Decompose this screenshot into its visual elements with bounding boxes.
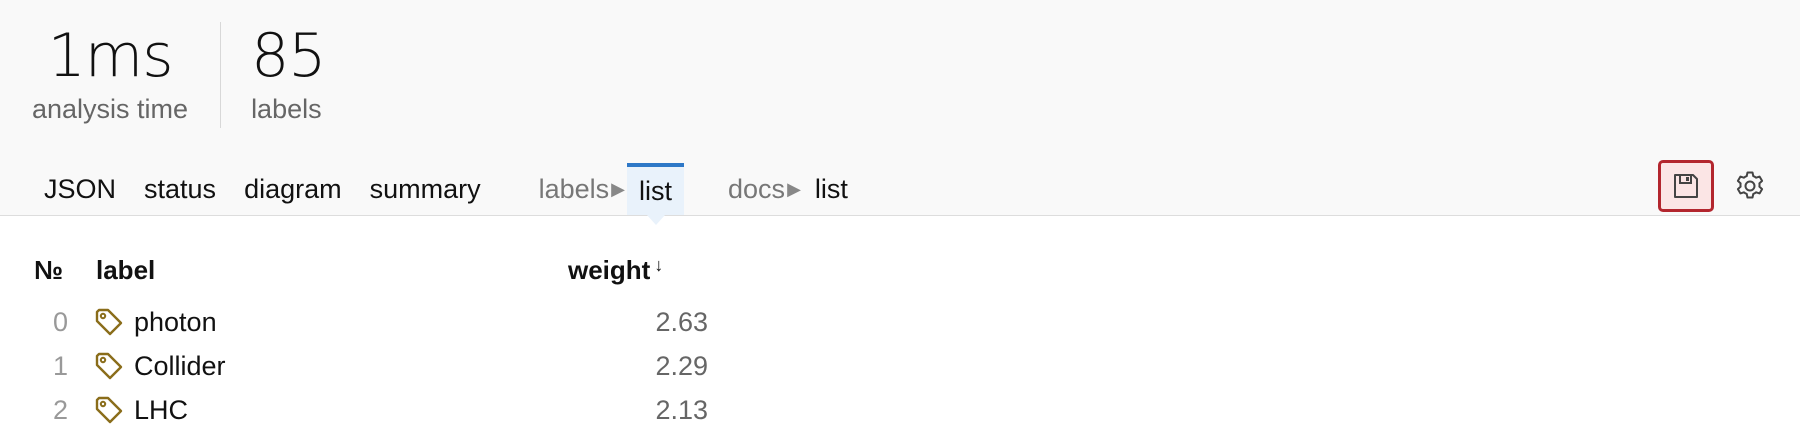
divider <box>220 22 222 128</box>
stat-labels: 85 labels <box>251 20 326 128</box>
stat-label: analysis time <box>32 94 189 124</box>
tab-group-label: labels <box>538 173 610 204</box>
labels-table: № label weight ↓ 0 photon 2.63 1 Collider… <box>0 240 760 432</box>
row-weight: 2.63 <box>655 306 708 337</box>
sort-desc-icon: ↓ <box>654 254 664 275</box>
stat-label: labels <box>251 94 322 124</box>
header-panel: 1ms analysis time 85 labels JSON status … <box>0 0 1800 225</box>
column-header-label[interactable]: label <box>96 255 568 286</box>
stat-value: 1ms <box>47 21 174 91</box>
tag-icon <box>95 308 123 336</box>
tab-diagram[interactable]: diagram <box>230 163 356 215</box>
row-label-cell: Collider <box>68 351 578 382</box>
column-header-number: № <box>34 254 63 285</box>
gear-icon <box>1736 171 1764 199</box>
row-label-cell: photon <box>68 307 578 338</box>
label-text: LHC <box>134 394 189 425</box>
row-weight: 2.29 <box>655 350 708 381</box>
stats-area: 1ms analysis time 85 labels <box>32 20 326 128</box>
column-header-weight[interactable]: weight ↓ <box>568 255 708 286</box>
row-number: 1 <box>52 350 68 381</box>
tab-status[interactable]: status <box>130 163 230 215</box>
tab-summary[interactable]: summary <box>356 163 495 215</box>
tab-json[interactable]: JSON <box>30 163 130 215</box>
column-header-label-text: label <box>96 254 156 285</box>
toolbar-actions <box>1658 160 1772 212</box>
tab-group-labels: labels ▶ list <box>525 163 685 225</box>
stat-value: 85 <box>251 21 326 91</box>
tab-group-docs: docs ▶ list <box>714 163 860 215</box>
save-icon <box>1674 174 1698 198</box>
tab-docs-list[interactable]: list <box>803 163 860 215</box>
play-arrow-icon: ▶ <box>611 178 626 199</box>
tab-bar: JSON status diagram summary labels ▶ lis… <box>30 162 860 225</box>
table-row[interactable]: 0 photon 2.63 <box>0 300 760 344</box>
row-label-cell: LHC <box>68 395 578 426</box>
label-text: photon <box>134 306 217 337</box>
stat-analysis-time: 1ms analysis time <box>32 20 188 128</box>
table-row[interactable]: 1 Collider 2.29 <box>0 344 760 388</box>
table-header: № label weight ↓ <box>0 240 760 300</box>
table-row[interactable]: 2 LHC 2.13 <box>0 388 760 432</box>
tab-group-label: docs <box>728 173 786 204</box>
label-text: Collider <box>134 350 226 381</box>
play-arrow-icon: ▶ <box>787 178 801 199</box>
row-number: 0 <box>52 306 68 337</box>
save-button[interactable] <box>1658 160 1714 212</box>
row-weight: 2.13 <box>655 394 708 425</box>
tag-icon <box>95 352 123 380</box>
tab-labels-list[interactable]: list <box>627 163 685 225</box>
column-header-weight-text: weight <box>568 254 651 285</box>
settings-button[interactable] <box>1728 164 1772 208</box>
row-number: 2 <box>52 394 68 425</box>
tag-icon <box>95 396 123 424</box>
